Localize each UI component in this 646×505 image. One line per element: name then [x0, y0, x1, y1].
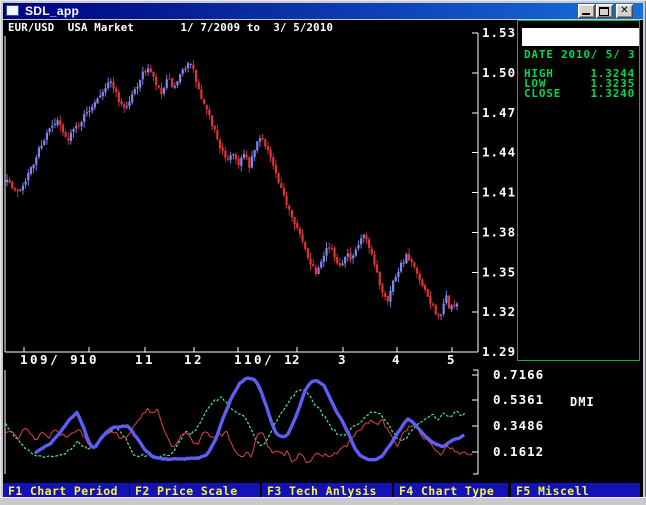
- window-title: SDL_app: [25, 4, 80, 18]
- quote-row-low: LOW 1.3235: [524, 77, 635, 90]
- close-button[interactable]: ✕: [616, 4, 633, 18]
- maximize-icon: [599, 7, 609, 16]
- quote-input-field[interactable]: [522, 28, 639, 46]
- close-label: CLOSE: [524, 87, 562, 100]
- menu-f3-tech-analysis[interactable]: F3 Tech Anlysis: [262, 483, 392, 498]
- minimize-icon: [582, 13, 590, 15]
- chart-header: EUR/USD USA Market 1/ 7/2009 to 3/ 5/201…: [8, 21, 334, 34]
- menu-f2-price-scale[interactable]: F2 Price Scale: [130, 483, 260, 498]
- app-icon: [6, 5, 19, 16]
- quote-date: DATE 2010/ 5/ 3: [524, 48, 636, 61]
- menu-f5-miscell[interactable]: F5 Miscell: [511, 483, 640, 498]
- app-window: SDL_app ✕ 1.53 1.50 1.47 1.44 1.41 1.38 1.35 1.…: [0, 0, 646, 505]
- title-bar: SDL_app: [3, 3, 643, 19]
- menu-f1-chart-period[interactable]: F1 Chart Period: [3, 483, 129, 498]
- close-icon: ✕: [620, 5, 629, 16]
- close-value: 1.3240: [590, 87, 635, 100]
- quote-row-high: HIGH 1.3244: [524, 67, 635, 80]
- maximize-button[interactable]: [596, 4, 613, 18]
- quote-info-panel: DATE 2010/ 5/ 3 HIGH 1.3244 LOW 1.3235 C…: [517, 20, 640, 361]
- quote-row-close: CLOSE 1.3240: [524, 87, 635, 100]
- window-bottom-edge: [0, 497, 646, 505]
- minimize-button[interactable]: [578, 4, 595, 18]
- menu-f4-chart-type[interactable]: F4 Chart Type: [394, 483, 508, 498]
